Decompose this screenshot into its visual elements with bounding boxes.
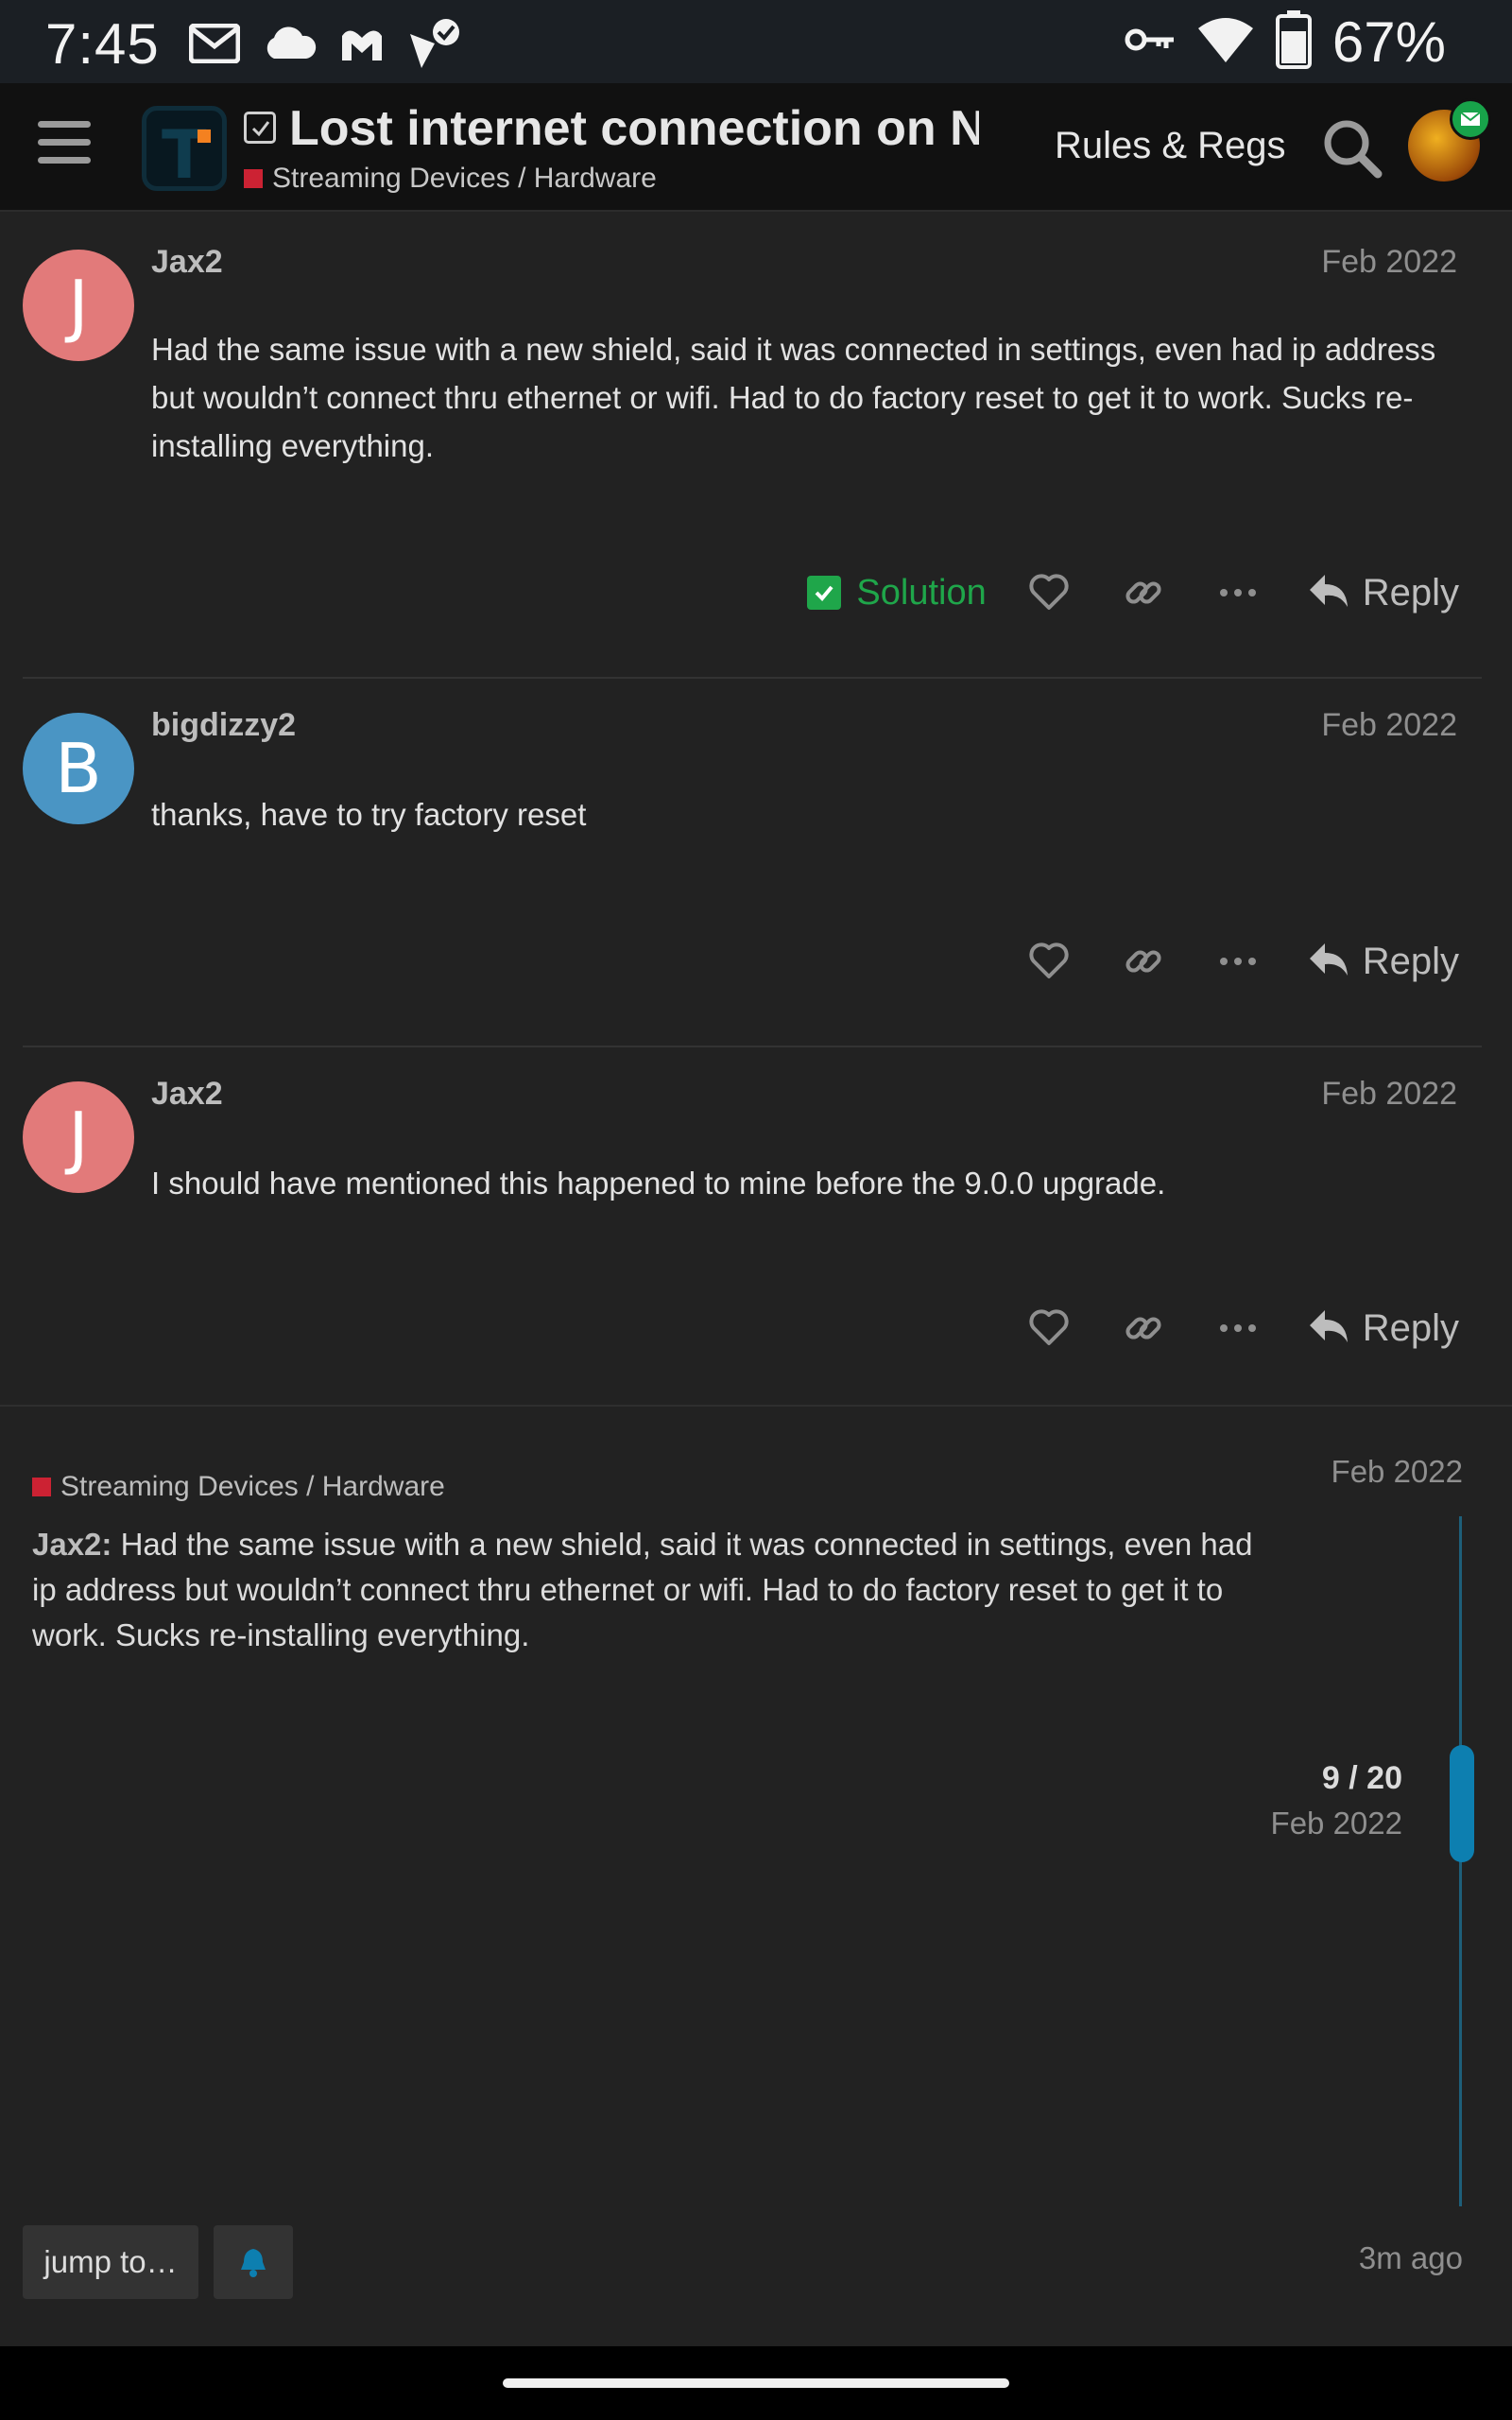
wifi-icon	[1196, 15, 1255, 69]
avatar[interactable]: J	[23, 1081, 134, 1193]
post-body: thanks, have to try factory reset	[151, 797, 587, 832]
solved-checkbox-icon	[244, 112, 276, 144]
last-activity-time[interactable]: 3m ago	[1359, 2240, 1463, 2276]
status-bar: 7:45 67%	[0, 0, 1512, 83]
category-name: Streaming Devices / Hardware	[60, 1471, 445, 1502]
like-heart-icon[interactable]	[1002, 928, 1096, 994]
gmail-icon	[188, 23, 241, 68]
home-gesture-pill[interactable]	[503, 2378, 1009, 2388]
jump-to-button[interactable]: jump to…	[23, 2225, 198, 2299]
post-date[interactable]: Feb 2022	[1321, 244, 1457, 281]
excerpt-author: Jax2:	[32, 1527, 112, 1562]
share-link-icon[interactable]	[1096, 928, 1191, 994]
timeline-position-date: Feb 2022	[1270, 1806, 1402, 1841]
avatar[interactable]: B	[23, 713, 134, 824]
solution-label: Solution	[856, 572, 987, 613]
share-link-icon[interactable]	[1096, 560, 1191, 626]
post: J Jax2 Feb 2022 I should have mentioned …	[0, 1047, 1512, 1405]
like-heart-icon[interactable]	[1002, 1295, 1096, 1361]
avatar[interactable]: J	[23, 250, 134, 361]
timeline-start-date[interactable]: Feb 2022	[1332, 1454, 1463, 1490]
share-link-icon[interactable]	[1096, 1295, 1191, 1361]
notification-bell-icon[interactable]	[214, 2225, 293, 2299]
battery-icon	[1275, 10, 1312, 74]
timeline-position: 9 / 20	[1321, 1760, 1402, 1796]
post-actions: Reply	[1002, 928, 1459, 994]
post: J Jax2 Feb 2022 Had the same issue with …	[0, 212, 1512, 679]
site-logo[interactable]: T	[142, 106, 227, 194]
post: B bigdizzy2 Feb 2022 thanks, have to try…	[0, 679, 1512, 1047]
reply-button[interactable]: Reply	[1308, 1307, 1459, 1350]
like-heart-icon[interactable]	[1002, 560, 1096, 626]
more-options-icon[interactable]	[1191, 560, 1285, 626]
excerpt-text: Had the same issue with a new shield, sa…	[32, 1527, 1253, 1652]
malwarebytes-icon	[338, 23, 386, 69]
search-icon[interactable]	[1321, 117, 1383, 180]
more-options-icon[interactable]	[1191, 1295, 1285, 1361]
reply-label: Reply	[1362, 571, 1459, 614]
reply-label: Reply	[1362, 940, 1459, 982]
post-username[interactable]: bigdizzy2	[151, 707, 296, 744]
category-color-square	[244, 169, 263, 188]
unread-messages-badge	[1450, 98, 1491, 140]
reply-arrow-icon	[1308, 942, 1349, 982]
post-date[interactable]: Feb 2022	[1321, 707, 1457, 744]
topic-title[interactable]: Lost internet connection on N...	[289, 100, 979, 157]
status-time: 7:45	[45, 12, 160, 76]
hamburger-menu-icon[interactable]	[38, 121, 91, 174]
reply-arrow-icon	[1308, 573, 1349, 614]
post-actions: Reply	[1002, 1295, 1459, 1361]
category-name: Streaming Devices / Hardware	[272, 163, 657, 194]
reply-label: Reply	[1362, 1306, 1459, 1349]
post-username[interactable]: Jax2	[151, 244, 223, 281]
vpn-key-icon	[1125, 26, 1176, 59]
rules-regs-link[interactable]: Rules & Regs	[1055, 125, 1286, 167]
topic-category-badge[interactable]: Streaming Devices / Hardware	[244, 163, 657, 195]
post-actions: Solution Reply	[807, 560, 1459, 626]
post-body: Had the same issue with a new shield, sa…	[151, 332, 1436, 463]
section-divider	[0, 1405, 1512, 1407]
solution-button[interactable]: Solution	[807, 572, 987, 614]
reply-button[interactable]: Reply	[1308, 572, 1459, 614]
cloud-icon	[261, 25, 318, 67]
user-avatar[interactable]	[1408, 98, 1491, 182]
category-color-square	[32, 1478, 51, 1496]
tasks-check-icon	[406, 17, 463, 75]
battery-percentage: 67%	[1332, 10, 1446, 74]
timeline-excerpt: Jax2: Had the same issue with a new shie…	[32, 1522, 1261, 1658]
reply-button[interactable]: Reply	[1308, 941, 1459, 983]
more-options-icon[interactable]	[1191, 928, 1285, 994]
post-date[interactable]: Feb 2022	[1321, 1076, 1457, 1113]
post-username[interactable]: Jax2	[151, 1076, 223, 1113]
site-header: T Lost internet connection on N... Strea…	[0, 83, 1512, 212]
timeline-category-badge[interactable]: Streaming Devices / Hardware	[32, 1471, 445, 1503]
reply-arrow-icon	[1308, 1308, 1349, 1349]
timeline-scroll-handle[interactable]	[1450, 1745, 1474, 1862]
android-nav-bar	[0, 2346, 1512, 2420]
post-body: I should have mentioned this happened to…	[151, 1166, 1166, 1201]
check-icon	[807, 576, 842, 610]
